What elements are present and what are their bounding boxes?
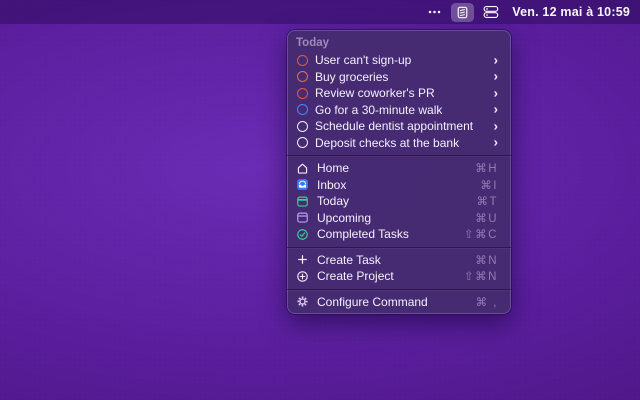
stack-menu-button[interactable] — [483, 2, 499, 22]
menu-item-create-project[interactable]: Create Project ⇧⌘N — [287, 268, 511, 285]
shortcut-hint: ⌘U — [475, 211, 498, 225]
chevron-right-icon: › — [494, 70, 498, 83]
priority-circle-icon — [297, 104, 308, 115]
menu-bar-clock[interactable]: Ven. 12 mai à 10:59 — [512, 5, 630, 19]
command-app-menu-button[interactable] — [451, 3, 474, 22]
shortcut-hint: ⇧⌘N — [464, 269, 498, 283]
upcoming-calendar-icon — [296, 211, 309, 224]
nav-label: Today — [317, 194, 349, 208]
priority-circle-icon — [297, 71, 308, 82]
shortcut-hint: ⇧⌘C — [464, 227, 498, 241]
shortcut-hint: ⌘N — [475, 253, 498, 267]
nav-label: Completed Tasks — [317, 227, 409, 241]
menu-item-create-task[interactable]: Create Task ⌘N — [287, 252, 511, 269]
menu-divider — [287, 247, 511, 248]
task-label: User can't sign-up — [315, 53, 411, 67]
menu-divider — [287, 155, 511, 156]
task-label: Deposit checks at the bank — [315, 136, 459, 150]
task-label: Review coworker's PR — [315, 86, 435, 100]
nav-label: Inbox — [317, 178, 346, 192]
chevron-right-icon: › — [494, 86, 498, 99]
priority-circle-icon — [297, 55, 308, 66]
today-calendar-icon — [296, 195, 309, 208]
more-icon[interactable] — [427, 2, 442, 22]
menu-item-upcoming[interactable]: Upcoming ⌘U — [287, 210, 511, 227]
nav-label: Upcoming — [317, 211, 371, 225]
priority-circle-icon — [297, 88, 308, 99]
menu-item-task[interactable]: Go for a 30-minute walk › — [287, 102, 511, 119]
task-label: Schedule dentist appointment — [315, 119, 473, 133]
shortcut-hint: ⌘ , — [476, 295, 498, 309]
stack-icon — [483, 5, 499, 19]
section-header-today: Today — [287, 35, 511, 52]
menu-divider — [287, 289, 511, 290]
configure-label: Configure Command — [317, 295, 428, 309]
chevron-right-icon: › — [494, 119, 498, 132]
shortcut-hint: ⌘T — [476, 194, 498, 208]
menu-item-home[interactable]: Home ⌘H — [287, 160, 511, 177]
inbox-icon — [296, 178, 309, 191]
menu-item-task[interactable]: Schedule dentist appointment › — [287, 118, 511, 135]
task-label: Buy groceries — [315, 70, 388, 84]
menu-bar: Ven. 12 mai à 10:59 — [0, 0, 640, 24]
priority-circle-icon — [297, 121, 308, 132]
menu-item-configure-command[interactable]: Configure Command ⌘ , — [287, 294, 511, 311]
completed-check-icon — [296, 228, 309, 241]
plus-icon — [296, 253, 309, 266]
menu-item-completed-tasks[interactable]: Completed Tasks ⇧⌘C — [287, 226, 511, 243]
nav-label: Home — [317, 161, 349, 175]
chevron-right-icon: › — [494, 103, 498, 116]
chevron-right-icon: › — [494, 53, 498, 66]
menu-item-task[interactable]: Review coworker's PR › — [287, 85, 511, 102]
chevron-right-icon: › — [494, 136, 498, 149]
menu-item-task[interactable]: Deposit checks at the bank › — [287, 135, 511, 152]
task-label: Go for a 30-minute walk — [315, 103, 442, 117]
command-app-icon — [456, 6, 469, 19]
circled-plus-icon — [296, 270, 309, 283]
menu-item-task[interactable]: User can't sign-up › — [287, 52, 511, 69]
shortcut-hint: ⌘I — [480, 178, 498, 192]
menu-item-task[interactable]: Buy groceries › — [287, 69, 511, 86]
menu-item-today[interactable]: Today ⌘T — [287, 193, 511, 210]
gear-icon — [296, 295, 309, 308]
more-dots-icon — [427, 5, 442, 19]
home-icon — [296, 162, 309, 175]
priority-circle-icon — [297, 137, 308, 148]
command-dropdown-menu: Today User can't sign-up › Buy groceries… — [287, 30, 511, 314]
create-label: Create Project — [317, 269, 394, 283]
menu-item-inbox[interactable]: Inbox ⌘I — [287, 177, 511, 194]
create-label: Create Task — [317, 253, 381, 267]
shortcut-hint: ⌘H — [475, 161, 498, 175]
